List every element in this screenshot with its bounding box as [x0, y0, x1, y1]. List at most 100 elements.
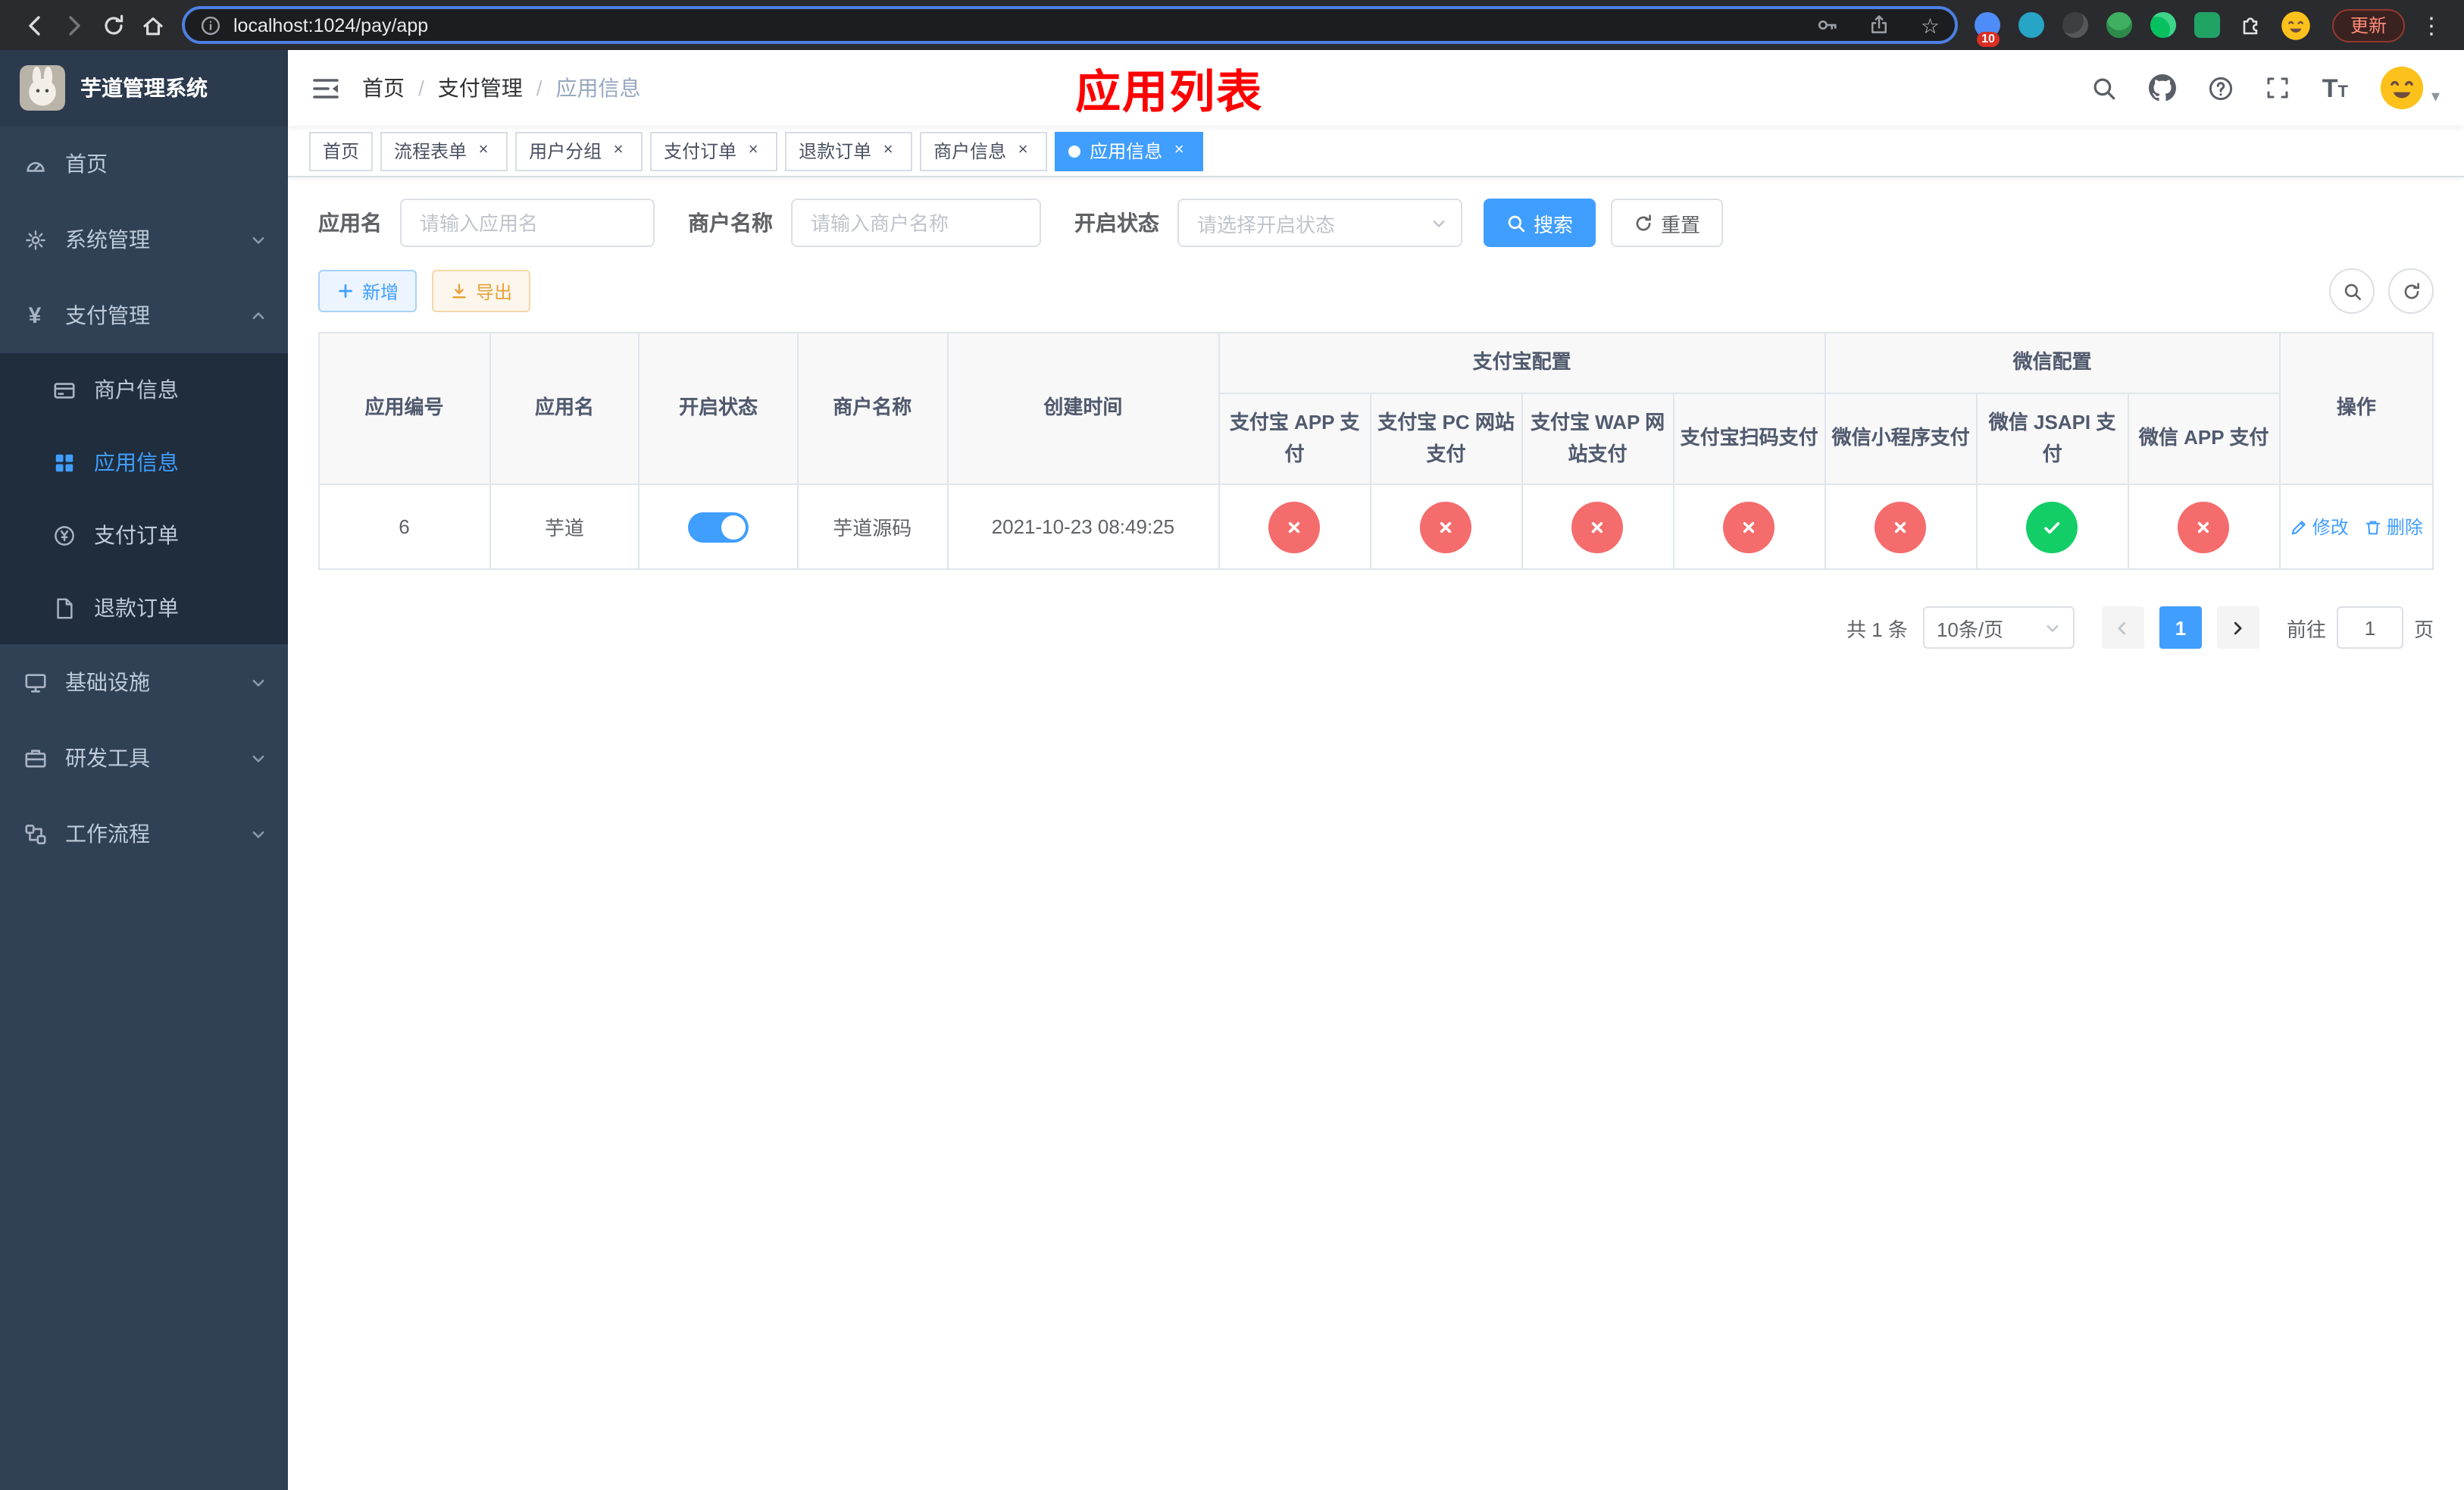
- app-name-input[interactable]: [400, 199, 655, 247]
- delete-button[interactable]: 删除: [2364, 514, 2423, 540]
- user-avatar[interactable]: ▾: [2380, 65, 2440, 111]
- home-icon[interactable]: [133, 5, 173, 45]
- col-alipay-app: 支付宝 APP 支付: [1218, 392, 1371, 486]
- tab-home[interactable]: 首页: [309, 131, 374, 171]
- yen-icon: ¥: [28, 302, 42, 328]
- share-icon[interactable]: [1869, 14, 1890, 36]
- status-toggle[interactable]: [688, 512, 749, 543]
- sidebar-item-system[interactable]: 系统管理: [0, 202, 288, 277]
- help-icon[interactable]: [2209, 75, 2234, 101]
- wx-jsapi-status-icon: [2026, 501, 2078, 553]
- sidebar-logo[interactable]: 芋道管理系统: [0, 50, 288, 126]
- alipay-qr-status-icon: [1723, 501, 1775, 553]
- workflow-icon: [21, 822, 48, 845]
- ext-blue-puzzle-icon[interactable]: 10: [1973, 10, 2003, 46]
- col-wx-mini: 微信小程序支付: [1824, 392, 1978, 486]
- close-icon[interactable]: ×: [877, 140, 899, 161]
- search-icon: [1508, 214, 1525, 232]
- close-icon[interactable]: ×: [1012, 140, 1033, 161]
- sidebar: 芋道管理系统 首页 系统管理 ¥ 支付管理 商户信息 应用信息 支付订单 退款订…: [0, 50, 288, 1490]
- col-status: 开启状态: [638, 331, 799, 486]
- sidebar-subitem-app-info[interactable]: 应用信息: [0, 426, 288, 499]
- sidebar-subitem-merchant-info[interactable]: 商户信息: [0, 353, 288, 426]
- total-count: 共 1 条: [1846, 618, 1908, 641]
- close-icon[interactable]: ×: [1168, 140, 1190, 161]
- ext-green-avatar-icon[interactable]: [2105, 10, 2135, 40]
- status-select[interactable]: 请选择开启状态: [1177, 199, 1462, 247]
- tab-user-group[interactable]: 用户分组 ×: [515, 131, 643, 171]
- breadcrumb-home[interactable]: 首页: [362, 73, 405, 103]
- credit-card-icon: [50, 378, 77, 401]
- add-button[interactable]: 新增: [318, 270, 417, 312]
- tab-payment-order[interactable]: 支付订单 ×: [650, 131, 778, 171]
- extensions-puzzle-icon[interactable]: [2237, 10, 2267, 40]
- reset-button[interactable]: 重置: [1611, 199, 1724, 247]
- col-alipay-qr: 支付宝扫码支付: [1672, 392, 1826, 486]
- github-icon[interactable]: [2149, 74, 2177, 102]
- sidebar-item-payment[interactable]: ¥ 支付管理: [0, 277, 288, 353]
- ext-dark-globe-icon[interactable]: [2061, 10, 2091, 40]
- sidebar-subitem-payment-order[interactable]: 支付订单: [0, 499, 288, 571]
- page-size-select[interactable]: 10条/页: [1922, 606, 2075, 650]
- prev-page-button[interactable]: [2101, 606, 2144, 650]
- table-row: 6 芋道 芋道源码 2021-10-23 08:49:25 修改 删除: [318, 484, 2434, 571]
- alipay-pc-status-icon: [1420, 501, 1472, 553]
- chevron-down-icon: [250, 750, 267, 766]
- wx-app-status-icon: [2178, 501, 2230, 553]
- forward-icon[interactable]: [55, 5, 94, 45]
- ext-wechat-icon[interactable]: [2149, 10, 2179, 40]
- breadcrumb-payment[interactable]: 支付管理: [438, 73, 523, 103]
- sidebar-item-infrastructure[interactable]: 基础设施: [0, 644, 288, 720]
- ext-teal-icon[interactable]: [2017, 10, 2047, 40]
- url-text[interactable]: localhost:1024/pay/app: [233, 14, 1816, 36]
- sidebar-item-dashboard[interactable]: 首页: [0, 126, 288, 202]
- goto-page-input[interactable]: [2336, 606, 2403, 650]
- sidebar-toggle-icon[interactable]: [312, 77, 339, 99]
- merchant-name-input[interactable]: [791, 199, 1041, 247]
- close-icon[interactable]: ×: [608, 140, 629, 161]
- sidebar-item-dev-tools[interactable]: 研发工具: [0, 720, 288, 796]
- browser-update-button[interactable]: 更新: [2331, 8, 2405, 42]
- site-info-icon[interactable]: [200, 14, 221, 36]
- col-actions: 操作: [2278, 331, 2434, 486]
- profile-avatar-icon[interactable]: [2281, 10, 2311, 40]
- col-wx-jsapi: 微信 JSAPI 支付: [1975, 392, 2129, 486]
- refresh-table-button[interactable]: [2388, 268, 2434, 314]
- extension-icons: 10: [1973, 10, 2311, 46]
- next-page-button[interactable]: [2216, 606, 2259, 650]
- password-key-icon[interactable]: [1816, 14, 1839, 36]
- close-icon[interactable]: ×: [473, 140, 494, 161]
- tab-process-form[interactable]: 流程表单 ×: [380, 131, 508, 171]
- edit-button[interactable]: 修改: [2290, 514, 2349, 540]
- search-button[interactable]: 搜索: [1484, 199, 1596, 247]
- col-wx-app: 微信 APP 支付: [2127, 392, 2281, 486]
- tab-app-info[interactable]: 应用信息 ×: [1055, 131, 1204, 171]
- breadcrumb-app-info: 应用信息: [555, 76, 641, 100]
- page-number-current[interactable]: 1: [2159, 606, 2202, 650]
- reload-icon[interactable]: [94, 5, 133, 45]
- tab-refund-order[interactable]: 退款订单 ×: [785, 131, 913, 171]
- caret-down-icon: ▾: [2431, 88, 2440, 106]
- sidebar-subitem-refund-order[interactable]: 退款订单: [0, 571, 288, 644]
- export-button[interactable]: 导出: [432, 270, 531, 312]
- font-size-icon[interactable]: TT: [2322, 75, 2348, 101]
- close-icon[interactable]: ×: [743, 140, 764, 161]
- payment-submenu: 商户信息 应用信息 支付订单 退款订单: [0, 353, 288, 644]
- cell-status: [638, 484, 799, 571]
- search-icon[interactable]: [2092, 75, 2118, 101]
- wx-mini-status-icon: [1875, 501, 1927, 553]
- refund-doc-icon: [50, 596, 77, 619]
- tab-merchant-info[interactable]: 商户信息 ×: [920, 131, 1048, 171]
- screen: localhost:1024/pay/app ☆ 10 更新 ⋮ 芋道管理系统 …: [0, 0, 2464, 1490]
- bookmark-star-icon[interactable]: ☆: [1921, 14, 1940, 36]
- address-bar[interactable]: localhost:1024/pay/app ☆: [182, 6, 1958, 44]
- ext-green-doc-icon[interactable]: [2193, 10, 2223, 40]
- back-icon[interactable]: [15, 5, 55, 45]
- col-group-wechat: 微信配置: [1824, 332, 2281, 394]
- page-content: 应用名 商户名称 开启状态 请选择开启状态 搜索 重置: [288, 177, 2464, 1490]
- browser-menu-icon[interactable]: ⋮: [2414, 11, 2449, 39]
- merchant-name-label: 商户名称: [688, 211, 773, 235]
- fullscreen-icon[interactable]: [2266, 76, 2290, 100]
- toggle-search-button[interactable]: [2329, 268, 2375, 314]
- sidebar-item-workflow[interactable]: 工作流程: [0, 796, 288, 872]
